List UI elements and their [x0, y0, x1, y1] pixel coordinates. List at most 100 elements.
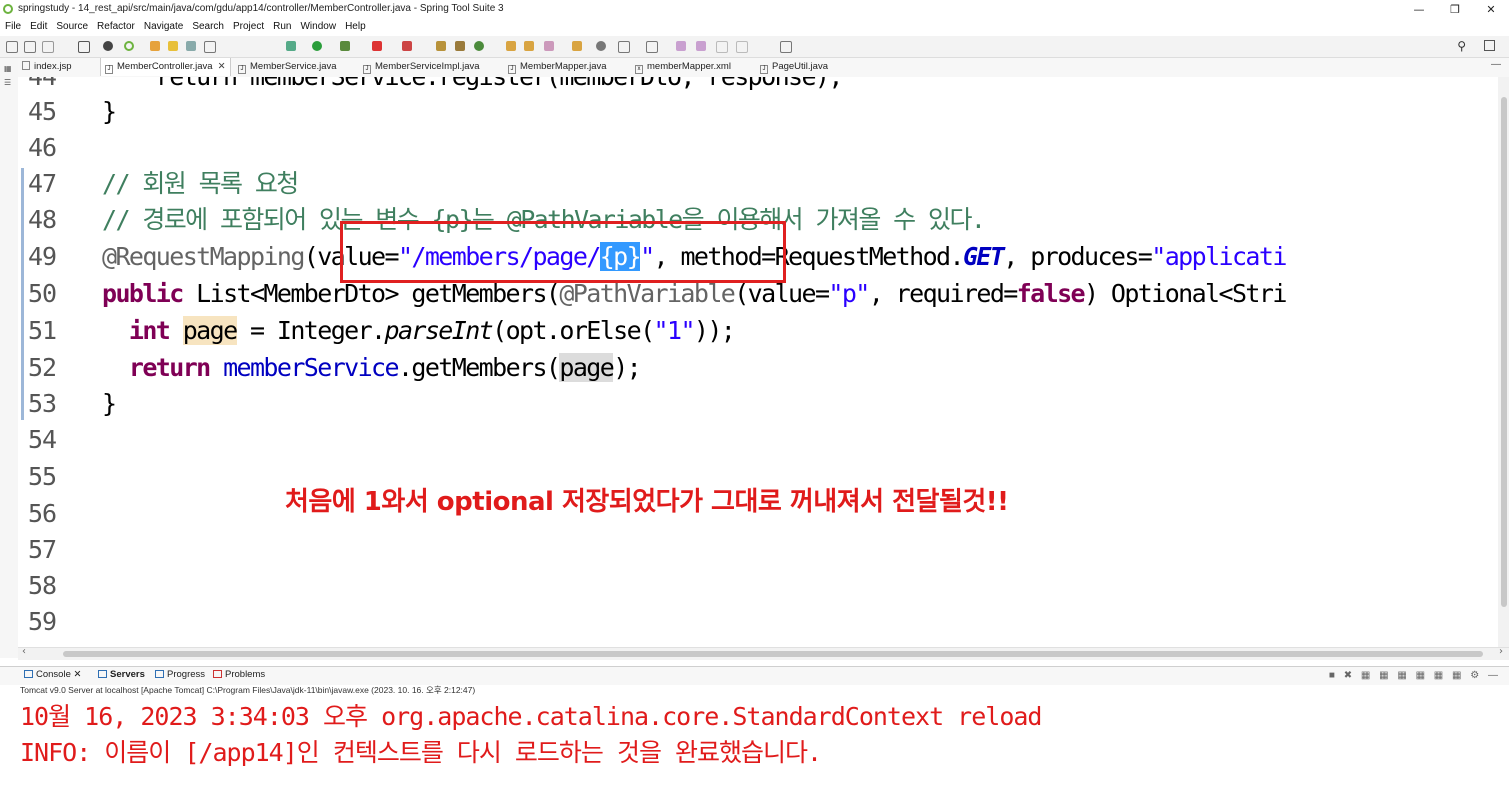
scroll-right-icon[interactable]: › — [1499, 646, 1503, 657]
skip-breakpoints-icon[interactable] — [103, 41, 113, 51]
occurrence-highlight: page — [559, 353, 615, 382]
change-marker — [21, 276, 24, 312]
jsp-file-icon — [22, 61, 30, 70]
forward-icon[interactable] — [716, 41, 728, 53]
search-file-icon[interactable] — [544, 41, 554, 51]
line-number: 47 — [28, 169, 57, 198]
forward-arrow-icon[interactable] — [736, 41, 748, 53]
line-number: 46 — [28, 133, 57, 162]
server-icon[interactable] — [402, 41, 412, 51]
package-explorer-icon[interactable]: ▦ — [4, 64, 12, 73]
tab-console[interactable]: Console ✕ — [24, 669, 81, 680]
servers-icon — [98, 670, 107, 678]
code-token: (opt.orElse( — [492, 316, 655, 345]
scroll-left-icon[interactable]: ‹ — [22, 646, 26, 657]
new-java-project-icon[interactable] — [436, 41, 446, 51]
menu-refactor[interactable]: Refactor — [92, 19, 139, 35]
new-package-icon[interactable] — [455, 41, 465, 51]
previous-annotation-icon[interactable] — [646, 41, 658, 53]
maximize-button[interactable]: ❐ — [1437, 0, 1473, 19]
tab-servers[interactable]: Servers — [98, 669, 145, 680]
tab-member-mapper-xml[interactable]: x memberMapper.xml — [635, 58, 731, 76]
search-icon[interactable]: ⚲ — [1457, 39, 1466, 53]
tab-index-jsp[interactable]: index.jsp — [22, 58, 72, 76]
open-folder-icon[interactable] — [506, 41, 516, 51]
minimize-editor-icon[interactable]: — — [1491, 59, 1501, 70]
scrollbar-thumb[interactable] — [63, 651, 1483, 657]
change-marker — [21, 348, 24, 384]
tab-member-service-impl[interactable]: J MemberServiceImpl.java — [363, 58, 480, 76]
minimize-button[interactable]: — — [1401, 0, 1437, 19]
string-token: "applicati — [1151, 242, 1287, 271]
field-token: memberService — [223, 353, 399, 382]
tab-page-util[interactable]: J PageUtil.java — [760, 58, 828, 76]
show-whitespace-icon[interactable] — [204, 41, 216, 53]
window-controls: — ❐ ✕ — [1401, 0, 1509, 19]
outline-icon[interactable]: ☰ — [4, 78, 11, 87]
tab-member-service[interactable]: J MemberService.java — [238, 58, 337, 76]
new-class-icon[interactable] — [474, 41, 484, 51]
code-line-44: return memberService.register(memberDto,… — [102, 77, 844, 95]
java-file-icon: J — [105, 65, 113, 74]
menu-edit[interactable]: Edit — [25, 19, 51, 35]
close-icon[interactable]: ✕ — [218, 61, 226, 72]
red-highlight-box — [340, 221, 786, 283]
save-all-icon[interactable] — [42, 41, 54, 53]
vertical-scrollbar[interactable] — [1498, 77, 1509, 647]
close-window-button[interactable]: ✕ — [1473, 0, 1509, 19]
menu-search[interactable]: Search — [187, 19, 228, 35]
save-icon[interactable] — [24, 41, 36, 53]
pin-editor-icon[interactable] — [780, 41, 792, 53]
globe-icon[interactable] — [596, 41, 606, 51]
tab-member-controller[interactable]: J MemberController.java ✕ — [100, 58, 231, 76]
menu-project[interactable]: Project — [228, 19, 268, 35]
back-icon[interactable] — [696, 41, 706, 51]
perspective-icon[interactable] — [1484, 40, 1495, 51]
spring-boot-icon[interactable] — [124, 41, 134, 51]
tab-label: Progress — [167, 669, 206, 680]
menu-help[interactable]: Help — [340, 19, 370, 35]
console-toolbar[interactable]: ■ ✖ ▦ ▦ ▦ ▦ ▦ ▦ ⚙ — — [1329, 670, 1501, 681]
annotation-caption: 처음에 1와서 optional 저장되었다가 그대로 꺼내져서 전달될것!! — [285, 487, 1009, 517]
line-number: 44 — [28, 77, 68, 95]
menu-window[interactable]: Window — [295, 19, 340, 35]
code-editor[interactable]: 44 45 46 47 48 49 50 51 52 53 54 55 56 5… — [18, 77, 1498, 647]
tab-label: Servers — [110, 669, 145, 680]
java-file-icon: J — [363, 65, 371, 74]
tab-label: memberMapper.xml — [647, 61, 731, 72]
last-edit-icon[interactable] — [676, 41, 686, 51]
editor-tab-bar: index.jsp J MemberController.java ✕ J Membe… — [18, 58, 1509, 78]
menu-source[interactable]: Source — [51, 19, 92, 35]
console-output-line: 10월 16, 2023 3:34:03 오후 org.apache.catal… — [20, 702, 1042, 731]
scrollbar-thumb[interactable] — [1501, 97, 1507, 607]
next-annotation-icon[interactable] — [618, 41, 630, 53]
mark-occurrences-icon[interactable] — [168, 41, 178, 51]
open-type-icon[interactable] — [150, 41, 160, 51]
code-token: List<MemberDto> getMembers( — [182, 279, 561, 308]
run-icon[interactable] — [312, 41, 322, 51]
run-external-icon[interactable] — [340, 41, 350, 51]
open-task-icon[interactable] — [524, 41, 534, 51]
terminal-icon[interactable] — [78, 41, 90, 53]
tab-problems[interactable]: Problems — [213, 669, 265, 680]
block-selection-icon[interactable] — [186, 41, 196, 51]
console-server-info: Tomcat v9.0 Server at localhost [Apache … — [20, 685, 476, 695]
horizontal-scrollbar[interactable]: ‹ › — [18, 646, 1509, 660]
close-icon[interactable]: ✕ — [74, 669, 82, 680]
keyword-token: public — [102, 279, 184, 308]
line-number: 49 — [28, 242, 57, 271]
occurrence-highlight: page — [182, 316, 238, 345]
open-resource-icon[interactable] — [572, 41, 582, 51]
change-marker — [21, 384, 24, 420]
debug-icon[interactable] — [286, 41, 296, 51]
stop-icon[interactable] — [372, 41, 382, 51]
tab-progress[interactable]: Progress — [155, 669, 205, 680]
menu-file[interactable]: File — [0, 19, 25, 35]
tab-label: index.jsp — [34, 61, 72, 72]
line-number: 52 — [28, 353, 57, 382]
menu-run[interactable]: Run — [268, 19, 295, 35]
menu-navigate[interactable]: Navigate — [139, 19, 187, 35]
new-icon[interactable] — [6, 41, 18, 53]
tab-member-mapper-java[interactable]: J MemberMapper.java — [508, 58, 607, 76]
